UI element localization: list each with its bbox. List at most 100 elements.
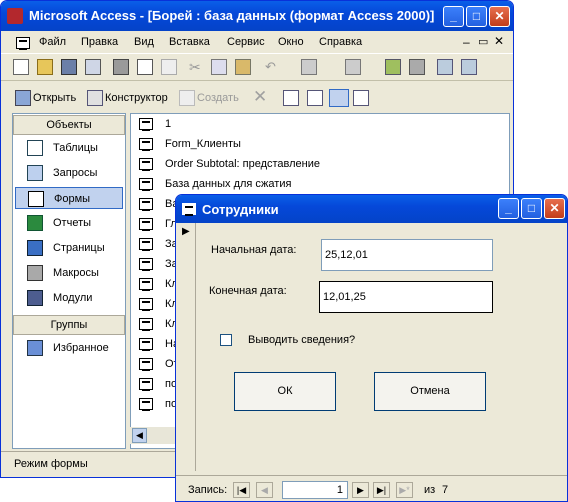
mdi-restore-icon[interactable]: ▭ <box>478 35 488 48</box>
print-icon[interactable] <box>113 59 129 75</box>
form-icon <box>139 158 153 171</box>
menu-help[interactable]: Справка <box>319 36 362 48</box>
form-icon <box>139 258 153 271</box>
menu-file[interactable]: Файл <box>39 36 66 48</box>
form-icon <box>139 378 153 391</box>
close-icon: ✕ <box>494 9 505 23</box>
large-icons-icon[interactable] <box>283 90 299 106</box>
table-icon <box>27 140 43 156</box>
objects-item-reports[interactable]: Отчеты <box>15 212 123 234</box>
form-window-icon <box>16 37 30 50</box>
objects-item-modules[interactable]: Модули <box>15 287 123 309</box>
new-icon[interactable] <box>13 59 29 75</box>
form-icon <box>139 398 153 411</box>
dialog-title: Сотрудники <box>202 202 279 217</box>
copy-icon[interactable] <box>211 59 227 75</box>
prev-record-icon: ◀ <box>256 482 273 498</box>
next-record-icon[interactable]: ▶ <box>352 482 369 498</box>
objects-item-label: Модули <box>53 292 93 304</box>
design-button[interactable]: Конструктор <box>105 92 168 104</box>
code-icon[interactable] <box>385 59 401 75</box>
office-links-icon[interactable] <box>301 59 317 75</box>
minimize-icon: _ <box>505 201 512 215</box>
record-label: Запись: <box>188 484 228 496</box>
script-icon[interactable] <box>409 59 425 75</box>
objects-panel: Объекты Таблицы Запросы Формы Отчеты Стр… <box>12 113 126 449</box>
menu-window[interactable]: Окно <box>278 36 304 48</box>
ok-button[interactable]: ОК <box>234 372 336 411</box>
end-date-input[interactable] <box>319 281 493 313</box>
spelling-icon <box>161 59 177 75</box>
search-icon[interactable] <box>85 59 101 75</box>
details-checkbox[interactable] <box>220 334 232 346</box>
employees-form-window: Сотрудники _ □ ✕ ▶ Начальная дата: Конеч… <box>175 194 568 502</box>
menu-insert[interactable]: Вставка <box>169 36 210 48</box>
form-icon <box>139 218 153 231</box>
record-number-field[interactable]: 1 <box>282 481 348 499</box>
maximize-icon: □ <box>472 9 481 23</box>
objects-item-pages[interactable]: Страницы <box>15 237 123 259</box>
form-icon <box>139 298 153 311</box>
record-total: 7 <box>442 484 449 496</box>
scroll-left-icon[interactable]: ◀ <box>132 428 147 443</box>
dialog-close-button[interactable]: ✕ <box>544 198 565 219</box>
groups-item-label: Избранное <box>53 342 109 354</box>
minimize-icon: _ <box>450 9 457 23</box>
macro-icon <box>27 265 43 281</box>
objects-item-label: Формы <box>54 193 91 205</box>
analyze-icon[interactable] <box>345 59 361 75</box>
cancel-button[interactable]: Отмена <box>374 372 486 411</box>
objects-item-queries[interactable]: Запросы <box>15 162 123 184</box>
access-key-icon <box>7 8 23 24</box>
form-icon <box>139 278 153 291</box>
details-view-icon[interactable] <box>353 90 369 106</box>
last-record-icon[interactable]: ▶| <box>373 482 390 498</box>
objects-item-label: Отчеты <box>53 217 92 229</box>
undo-icon: ↶ <box>265 59 276 74</box>
dialog-maximize-button[interactable]: □ <box>521 198 542 219</box>
window-title: Microsoft Access - [Борей : база данных … <box>29 8 435 23</box>
dialog-minimize-button[interactable]: _ <box>498 198 519 219</box>
objects-item-label: Запросы <box>53 167 98 179</box>
objects-item-macros[interactable]: Макросы <box>15 262 123 284</box>
form-icon <box>139 318 153 331</box>
dialog-title-bar[interactable]: Сотрудники _ □ ✕ <box>176 195 567 223</box>
open-icon[interactable] <box>37 59 53 75</box>
list-view-icon[interactable] <box>329 89 349 107</box>
objects-item-label: Страницы <box>53 242 105 254</box>
open-button[interactable]: Открыть <box>33 92 76 104</box>
form-icon <box>139 198 153 211</box>
start-date-input[interactable] <box>321 239 493 271</box>
small-icons-icon[interactable] <box>307 90 323 106</box>
close-icon: ✕ <box>549 201 560 215</box>
title-bar[interactable]: Microsoft Access - [Борей : база данных … <box>1 1 513 31</box>
save-icon[interactable] <box>61 59 77 75</box>
maximize-button[interactable]: □ <box>466 6 487 27</box>
form-icon <box>139 118 153 131</box>
properties-icon[interactable] <box>437 59 453 75</box>
groups-header: Группы <box>13 315 125 335</box>
objects-item-tables[interactable]: Таблицы <box>15 137 123 159</box>
form-icon <box>28 191 44 207</box>
menu-edit[interactable]: Правка <box>81 36 118 48</box>
preview-icon[interactable] <box>137 59 153 75</box>
relationships-icon[interactable] <box>461 59 477 75</box>
maximize-icon: □ <box>527 201 536 215</box>
horizontal-scrollbar[interactable]: ◀ <box>130 427 180 444</box>
form-window-icon <box>182 203 196 216</box>
record-of-label: из <box>424 484 436 496</box>
menu-view[interactable]: Вид <box>134 36 154 48</box>
first-record-icon[interactable]: |◀ <box>233 482 250 498</box>
close-button[interactable]: ✕ <box>489 6 510 27</box>
form-icon <box>139 178 153 191</box>
objects-item-forms[interactable]: Формы <box>15 187 123 209</box>
menu-tools[interactable]: Сервис <box>227 36 265 48</box>
open-form-icon <box>15 90 31 106</box>
mdi-close-icon[interactable]: ✕ <box>494 34 504 48</box>
groups-item-favorites[interactable]: Избранное <box>15 337 123 359</box>
paste-icon[interactable] <box>235 59 251 75</box>
record-selector[interactable]: ▶ <box>176 223 196 471</box>
mdi-minimize-icon[interactable]: – <box>463 35 470 49</box>
status-text: Режим формы <box>14 458 88 470</box>
minimize-button[interactable]: _ <box>443 6 464 27</box>
